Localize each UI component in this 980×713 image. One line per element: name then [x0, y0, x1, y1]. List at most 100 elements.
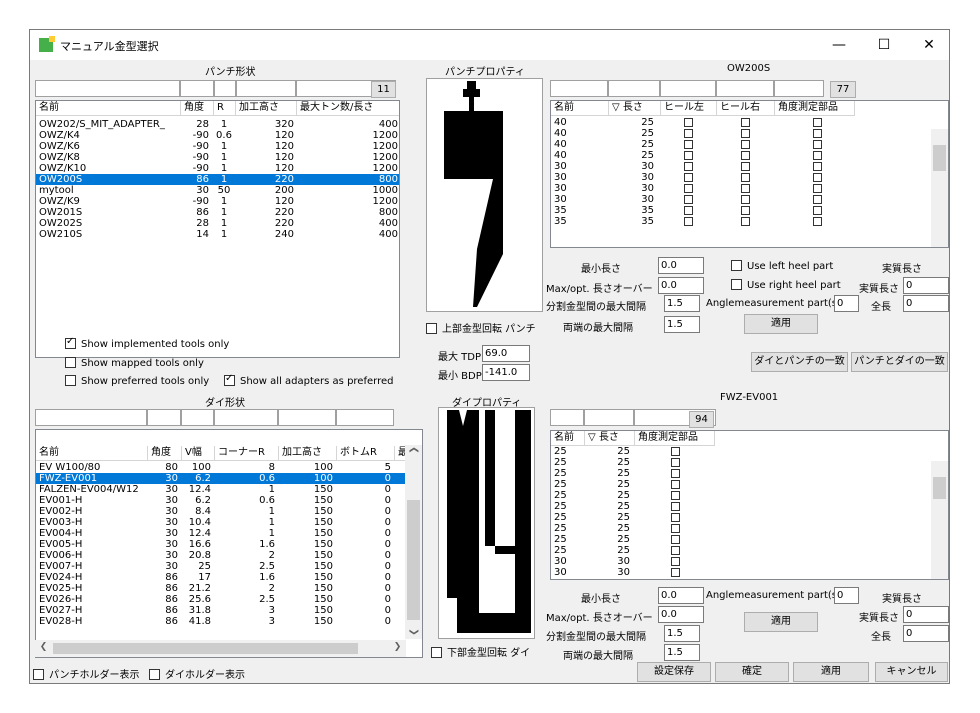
ow200s-filter-length[interactable]	[608, 80, 660, 97]
table-row[interactable]: EV025-H 86 21.2 2 150 0	[36, 583, 407, 594]
table-row[interactable]: 25 25	[551, 468, 931, 479]
table-row[interactable]: EV002-H 30 8.4 1 150 0	[36, 506, 407, 517]
maximize-button[interactable]: ☐	[870, 34, 898, 56]
ow-angle-part-field[interactable]: 0	[834, 295, 859, 312]
row-checkbox[interactable]	[671, 524, 680, 533]
table-row[interactable]: 30 30	[551, 172, 931, 183]
ow-max-over-field[interactable]: 0.0	[658, 277, 704, 294]
row-checkbox[interactable]	[671, 502, 680, 511]
column-header[interactable]: ▽ 長さ	[609, 101, 661, 116]
row-checkbox[interactable]	[671, 568, 680, 577]
row-checkbox[interactable]	[741, 162, 750, 171]
show-preferred-checkbox[interactable]: Show preferred tools only	[65, 375, 209, 387]
table-row[interactable]: EV028-H 86 41.8 3 150 0	[36, 616, 407, 627]
save-settings-button[interactable]: 設定保存	[637, 662, 711, 682]
row-checkbox[interactable]	[684, 184, 693, 193]
row-checkbox[interactable]	[684, 118, 693, 127]
ow200s-filter-heel-left[interactable]	[660, 80, 716, 97]
ow-end-gap-field[interactable]: 1.5	[664, 316, 700, 333]
row-checkbox[interactable]	[741, 217, 750, 226]
table-row[interactable]: EV006-H 30 20.8 2 150 0	[36, 550, 407, 561]
ow-actual-len-field[interactable]: 0	[903, 277, 949, 294]
scroll-right-icon[interactable]: ❯	[389, 642, 406, 652]
column-header[interactable]: V幅	[182, 446, 215, 461]
table-row[interactable]: FALZEN-EV004/W12 30 12.4 1 150 0	[36, 484, 407, 495]
table-row[interactable]: 25 25	[551, 545, 931, 556]
punch-filter-name[interactable]	[35, 80, 180, 97]
table-row[interactable]: OW200S 86 1 220 800	[36, 174, 399, 185]
table-row[interactable]: 25 25	[551, 512, 931, 523]
punch-holder-checkbox[interactable]: パンチホルダー表示	[33, 666, 140, 681]
punch-filter-height[interactable]	[236, 80, 296, 97]
column-header[interactable]: コーナーR	[215, 446, 279, 461]
row-checkbox[interactable]	[671, 535, 680, 544]
scroll-thumb[interactable]	[407, 500, 420, 620]
row-checkbox[interactable]	[684, 217, 693, 226]
punch-filter-angle[interactable]	[180, 80, 214, 97]
column-header[interactable]: 角度測定部品	[635, 431, 715, 446]
show-mapped-checkbox[interactable]: Show mapped tools only	[65, 357, 204, 369]
table-row[interactable]: FWZ-EV001 30 6.2 0.6 100 0	[36, 473, 407, 484]
table-row[interactable]: OW202/S_MIT_ADAPTER_ 28 1 320 400	[36, 119, 399, 130]
column-header[interactable]: 角度	[181, 101, 214, 116]
die-filter-bottom[interactable]	[336, 409, 394, 426]
row-checkbox[interactable]	[671, 557, 680, 566]
row-checkbox[interactable]	[671, 447, 680, 456]
row-checkbox[interactable]	[671, 458, 680, 467]
table-row[interactable]: EV024-H 86 17 1.6 150 0	[36, 572, 407, 583]
row-checkbox[interactable]	[813, 206, 822, 215]
row-checkbox[interactable]	[684, 129, 693, 138]
column-header[interactable]: ▽ 長さ	[585, 431, 635, 446]
column-header[interactable]: 名前	[36, 446, 148, 461]
table-row[interactable]: EV003-H 30 10.4 1 150 0	[36, 517, 407, 528]
die-list[interactable]: 名前 角度 V幅 コーナーR 加工高さ ボトムR 最 EV W100/80 80 100 8 100 5…	[35, 429, 423, 658]
use-left-heel-checkbox[interactable]: Use left heel part	[731, 260, 833, 272]
use-right-heel-checkbox[interactable]: Use right heel part	[731, 279, 841, 291]
table-row[interactable]: OWZ/K8 -90 1 120 1200	[36, 152, 399, 163]
fwz-angle-part-field[interactable]: 0	[834, 587, 859, 604]
table-row[interactable]: 30 30	[551, 183, 931, 194]
table-row[interactable]: 25 25	[551, 523, 931, 534]
ow-max-gap-field[interactable]: 1.5	[664, 295, 700, 312]
table-row[interactable]: 30 30	[551, 194, 931, 205]
die-holder-checkbox[interactable]: ダイホルダー表示	[149, 666, 245, 681]
column-header[interactable]: 名前	[36, 101, 181, 116]
table-row[interactable]: EV026-H 86 25.6 2.5 150 0	[36, 594, 407, 605]
fwz-max-over-field[interactable]: 0.0	[658, 606, 704, 623]
die-hscroll[interactable]: ❮ ❯	[35, 640, 406, 657]
column-header[interactable]: 加工高さ	[279, 446, 337, 461]
vertical-scrollbar[interactable]: ❮ ❯	[405, 445, 422, 639]
column-header[interactable]: 名前	[551, 431, 585, 446]
table-row[interactable]: mytool 30 50 200 1000	[36, 185, 399, 196]
table-row[interactable]: 25 25	[551, 534, 931, 545]
table-row[interactable]: OW202S 28 1 220 400	[36, 218, 399, 229]
table-row[interactable]: 30 30	[551, 556, 931, 567]
row-checkbox[interactable]	[684, 195, 693, 204]
table-row[interactable]: 25 25	[551, 501, 931, 512]
row-checkbox[interactable]	[741, 118, 750, 127]
column-header[interactable]: ヒール左	[661, 101, 717, 116]
ow200s-parts-list[interactable]: 名前 ▽ 長さ ヒール左 ヒール右 角度測定部品 40 25 40 25 40 25 40 25 30 30…	[550, 100, 949, 248]
row-checkbox[interactable]	[813, 162, 822, 171]
fwz-max-gap-field[interactable]: 1.5	[664, 625, 700, 642]
row-checkbox[interactable]	[813, 140, 822, 149]
row-checkbox[interactable]	[813, 129, 822, 138]
table-row[interactable]: 25 25	[551, 457, 931, 468]
min-bdp-field[interactable]: -141.0	[482, 364, 530, 381]
table-row[interactable]: OWZ/K4 -90 0.6 120 1200	[36, 130, 399, 141]
fwz-end-gap-field[interactable]: 1.5	[664, 644, 700, 661]
row-checkbox[interactable]	[813, 173, 822, 182]
punch-die-match-button[interactable]: パンチとダイの一致	[851, 352, 948, 372]
scroll-up-icon[interactable]: ❮	[409, 442, 419, 459]
table-row[interactable]: EV005-H 30 16.6 1.6 150 0	[36, 539, 407, 550]
table-row[interactable]: OW201S 86 1 220 800	[36, 207, 399, 218]
table-row[interactable]: 40 25	[551, 128, 931, 139]
vertical-scrollbar[interactable]	[931, 129, 948, 247]
punch-rotate-checkbox[interactable]: 上部金型回転 パンチ	[426, 320, 536, 335]
table-row[interactable]: OWZ/K9 -90 1 120 1200	[36, 196, 399, 207]
table-row[interactable]: OWZ/K10 -90 1 120 1200	[36, 163, 399, 174]
table-row[interactable]: 25 25	[551, 446, 931, 457]
row-checkbox[interactable]	[741, 195, 750, 204]
die-filter-corner[interactable]	[214, 409, 278, 426]
fwz-filter-length[interactable]	[584, 409, 634, 426]
